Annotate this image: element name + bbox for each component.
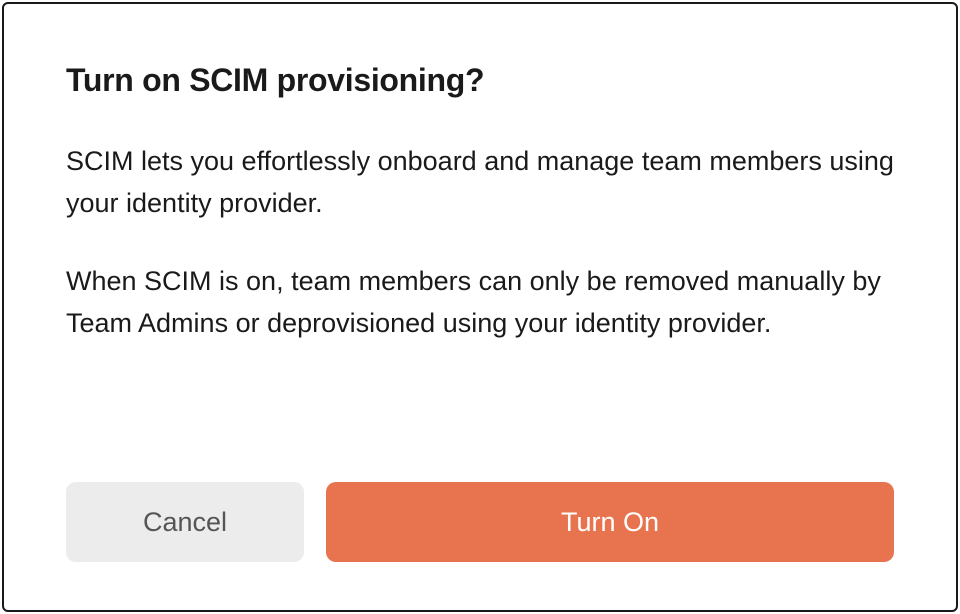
dialog-actions: Cancel Turn On (66, 482, 894, 562)
turn-on-button[interactable]: Turn On (326, 482, 894, 562)
dialog-body: SCIM lets you effortlessly onboard and m… (66, 141, 894, 482)
dialog-paragraph: SCIM lets you effortlessly onboard and m… (66, 141, 894, 225)
dialog-paragraph: When SCIM is on, team members can only b… (66, 261, 894, 345)
dialog-title: Turn on SCIM provisioning? (66, 62, 894, 99)
confirmation-dialog: Turn on SCIM provisioning? SCIM lets you… (2, 2, 958, 612)
cancel-button[interactable]: Cancel (66, 482, 304, 562)
